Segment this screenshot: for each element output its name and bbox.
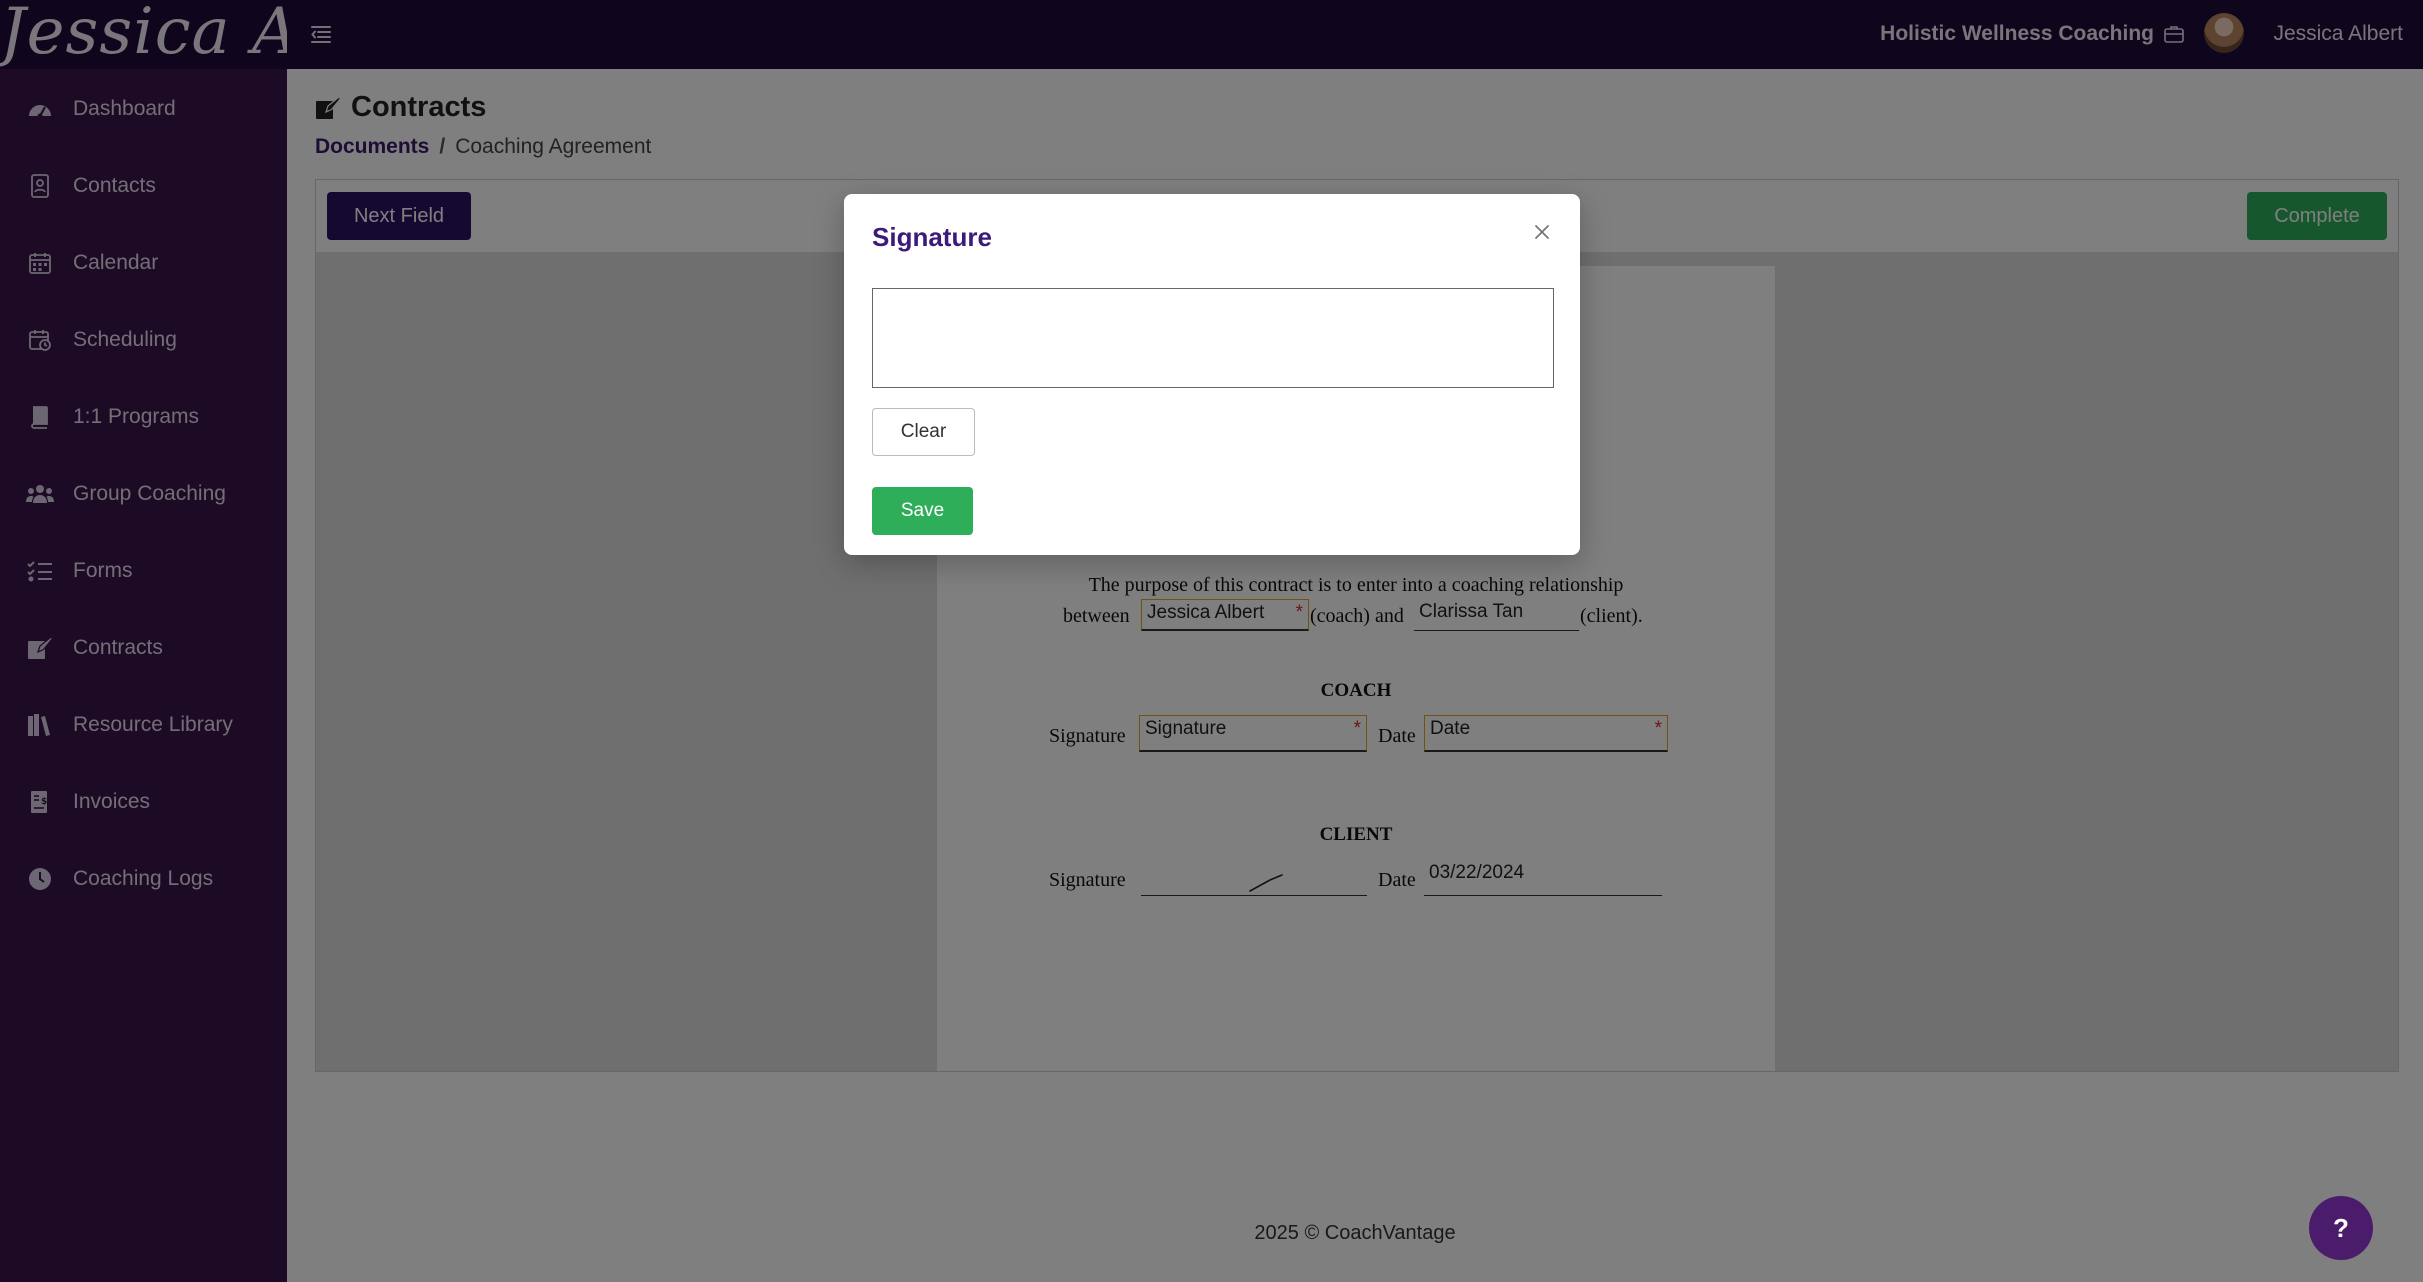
save-button[interactable]: Save	[872, 487, 973, 535]
signature-modal: Signature Clear Save	[844, 194, 1580, 555]
signature-pad[interactable]	[872, 288, 1554, 388]
modal-backdrop[interactable]	[0, 0, 2423, 1282]
help-button[interactable]: ?	[2309, 1196, 2373, 1260]
close-icon[interactable]	[1530, 220, 1554, 244]
clear-button[interactable]: Clear	[872, 408, 975, 456]
modal-title: Signature	[872, 222, 992, 252]
